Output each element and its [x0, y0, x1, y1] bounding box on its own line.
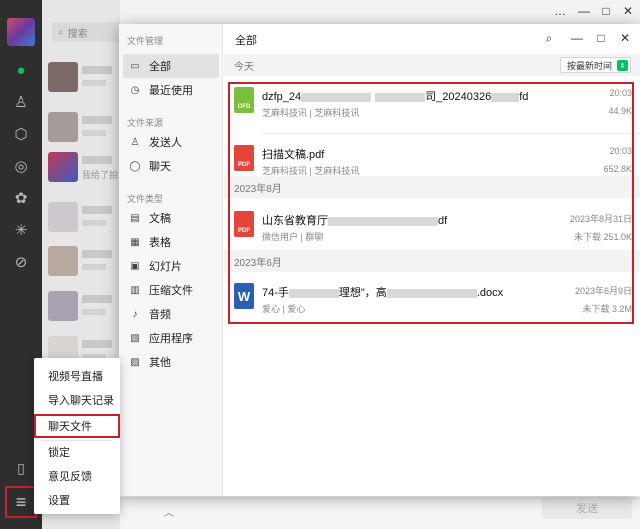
- pdf-file-icon: PDF: [234, 211, 254, 237]
- file-source: 微信用户 | 群聊: [262, 232, 324, 242]
- ofd-file-icon: OFD: [234, 87, 254, 113]
- menu-item-import-chat[interactable]: 导入聊天记录: [34, 388, 120, 412]
- more-icon[interactable]: …: [552, 4, 568, 18]
- audio-icon: ♪: [132, 308, 138, 320]
- sidebar-item-audio[interactable]: ♪ 音频: [123, 302, 219, 326]
- app-icon: ▧: [130, 332, 140, 344]
- contacts-icon[interactable]: ♙: [11, 92, 31, 112]
- file-source: 芝麻科技讯 | 芝麻科技讯: [262, 108, 360, 118]
- file-size: 652.8K: [603, 164, 632, 174]
- chat-list-item[interactable]: [48, 196, 118, 246]
- menu-item-feedback[interactable]: 意见反馈: [34, 464, 120, 488]
- moments-icon[interactable]: ◎: [11, 156, 31, 176]
- send-button[interactable]: 发送: [542, 497, 632, 519]
- source-section-title: 文件来源: [127, 118, 164, 128]
- close-icon[interactable]: ✕: [620, 4, 636, 18]
- archive-icon: ▥: [130, 284, 140, 296]
- sidebar-item-archives[interactable]: ▥ 压缩文件: [123, 278, 219, 302]
- menu-item-settings[interactable]: 设置: [34, 488, 120, 512]
- channels-icon[interactable]: ✳: [11, 220, 31, 240]
- file-date: 20:03: [609, 88, 632, 98]
- favorites-icon[interactable]: ⬡: [11, 124, 31, 144]
- file-source: 爱心 | 爱心: [262, 304, 306, 314]
- sidebar-item-slides[interactable]: ▣ 幻灯片: [123, 254, 219, 278]
- sidebar-title: 文件管理: [127, 36, 164, 46]
- chat-icon[interactable]: ●: [11, 60, 31, 80]
- table-icon: ▦: [130, 236, 140, 248]
- user-avatar[interactable]: [7, 18, 35, 46]
- sort-dropdown[interactable]: 按最新时间 ⇕: [559, 57, 631, 73]
- section-header-2023-08: 2023年8月: [224, 176, 640, 198]
- maximize-icon[interactable]: □: [598, 4, 614, 18]
- other-icon: ▨: [130, 356, 140, 368]
- chevron-up-icon[interactable]: ︿: [164, 504, 174, 519]
- section-header-today: 今天 按最新时间 ⇕: [224, 54, 640, 76]
- sidebar-item-spreadsheets[interactable]: ▦ 表格: [123, 230, 219, 254]
- chat-list-item[interactable]: [48, 56, 118, 106]
- menu-item-chat-files[interactable]: 聊天文件: [34, 414, 120, 438]
- word-file-icon: W: [234, 283, 254, 309]
- sidebar-item-all[interactable]: ▭ 全部: [123, 54, 219, 78]
- search-placeholder: 搜索: [67, 28, 88, 40]
- file-size: 未下载 3.2M: [582, 304, 632, 314]
- sidebar-item-apps[interactable]: ▧ 应用程序: [123, 326, 219, 350]
- minimize-icon[interactable]: —: [569, 31, 585, 45]
- menu-item-channels-live[interactable]: 视频号直播: [34, 364, 120, 388]
- document-icon: ▤: [130, 212, 140, 224]
- file-name: 山东省教育厅 df: [262, 215, 448, 227]
- sidebar-item-other[interactable]: ▨ 其他: [123, 350, 219, 374]
- menu-item-lock[interactable]: 锁定: [34, 440, 120, 464]
- maximize-icon[interactable]: □: [593, 31, 609, 45]
- file-row[interactable]: OFD dzfp_24 司_20240326 fd 芝麻科技讯 | 芝麻科技讯 20…: [224, 76, 640, 134]
- file-name: 扫描文稿.pdf: [262, 149, 325, 161]
- file-name: dzfp_24 司_20240326 fd: [262, 91, 529, 103]
- menu-icon[interactable]: ≡: [5, 486, 37, 518]
- file-date: 2023年6月9日: [574, 286, 632, 296]
- section-header-2023-06: 2023年6月: [224, 250, 640, 272]
- settings-popup-menu: 视频号直播 导入聊天记录 聊天文件 锁定 意见反馈 设置: [34, 358, 120, 514]
- file-date: 20:03: [609, 146, 632, 156]
- chat-bubble-icon: ◯: [129, 160, 141, 172]
- slides-icon: ▣: [130, 260, 140, 272]
- sidebar-item-sender[interactable]: ♙ 发送人: [123, 130, 219, 154]
- file-manager-window: 文件管理 ▭ 全部 ◷ 最近使用 文件来源 ♙ 发送人 ◯ 聊天 文件类型 ▤ …: [119, 24, 640, 496]
- minimize-icon[interactable]: —: [576, 4, 592, 18]
- file-list-pane: 全部 ⌕ — □ ✕ 今天 按最新时间 ⇕ OFD dzfp_24 司_20240…: [224, 24, 640, 496]
- file-row[interactable]: W 74-手 理想"，高 .docx 爱心 | 爱心 2023年6月9日 未下载 3…: [224, 272, 640, 330]
- chat-list-item[interactable]: 我给了拍自: [48, 146, 127, 196]
- pdf-file-icon: PDF: [234, 145, 254, 171]
- search-discover-icon[interactable]: ⊘: [11, 252, 31, 272]
- file-size: 未下载 251.0K: [573, 232, 632, 242]
- sidebar-item-recent[interactable]: ◷ 最近使用: [123, 78, 219, 102]
- type-section-title: 文件类型: [127, 194, 164, 204]
- search-icon: ⌕: [58, 26, 64, 38]
- mini-program-icon[interactable]: ✿: [11, 188, 31, 208]
- chat-list-item[interactable]: [48, 240, 118, 290]
- file-size: 44.9K: [608, 106, 632, 116]
- sidebar-item-documents[interactable]: ▤ 文稿: [123, 206, 219, 230]
- search-icon[interactable]: ⌕: [541, 31, 557, 46]
- file-name: 74-手 理想"，高 .docx: [262, 287, 504, 299]
- close-icon[interactable]: ✕: [617, 31, 633, 45]
- folder-icon: ▭: [130, 60, 140, 72]
- chat-list-item[interactable]: [48, 285, 118, 335]
- page-title: 全部: [235, 35, 257, 47]
- person-icon: ♙: [130, 136, 140, 148]
- sidebar-item-chat[interactable]: ◯ 聊天: [123, 154, 219, 178]
- file-manager-sidebar: 文件管理 ▭ 全部 ◷ 最近使用 文件来源 ♙ 发送人 ◯ 聊天 文件类型 ▤ …: [119, 24, 223, 496]
- file-date: 2023年8月31日: [569, 214, 632, 224]
- main-window-titlebar: … — □ ✕: [120, 0, 640, 24]
- phone-icon[interactable]: ▯: [11, 458, 31, 478]
- chevron-updown-icon: ⇕: [617, 60, 628, 71]
- clock-icon: ◷: [130, 84, 140, 96]
